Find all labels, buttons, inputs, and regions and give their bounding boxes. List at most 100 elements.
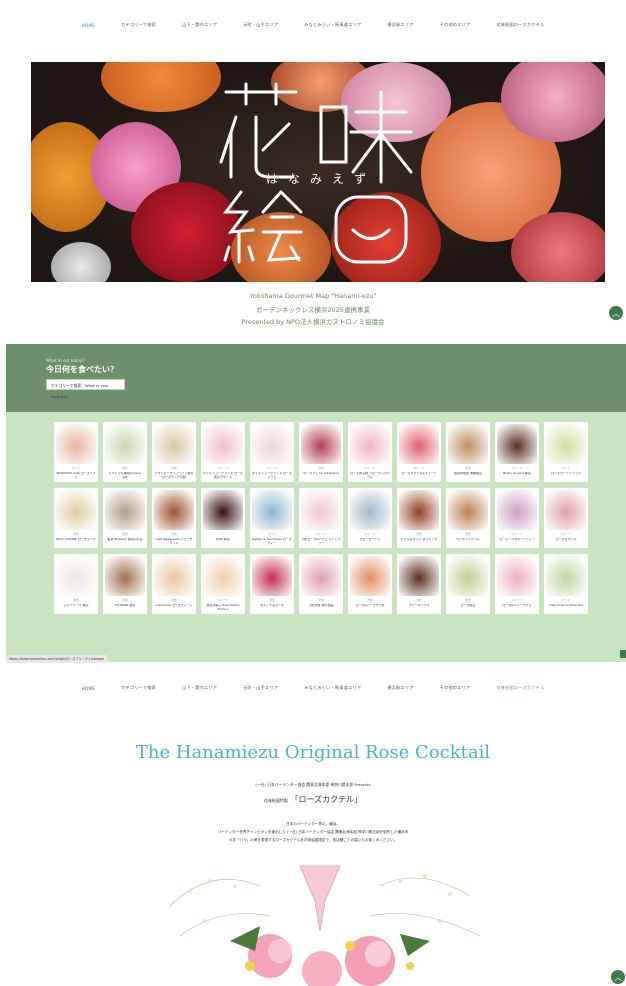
nav-item-1[interactable]: カテゴリーで検索 — [108, 22, 169, 28]
nav-item-6[interactable]: その他のエリア — [427, 22, 484, 28]
restaurant-card[interactable]: 洋食モザンビークヘアーイン春のローズランチ月替 — [152, 422, 196, 482]
restaurant-name: ホテルニューグランド ローズパフェ — [252, 472, 292, 479]
nav-item-3[interactable]: 元町・山手エリア — [230, 685, 291, 691]
category-select[interactable]: カテゴリーで検索 What is your favorite? — [46, 379, 125, 399]
nav-item-4[interactable]: みなとみらい・馬車道エリア — [291, 22, 374, 28]
restaurant-category: スイーツ — [364, 466, 376, 470]
restaurant-name: Café Original Rose Tea — [549, 604, 583, 607]
restaurant-name: グリル＆ワイン ダイニング — [400, 538, 438, 541]
restaurant-name: 横浜中華街 重慶飯店 — [454, 472, 482, 475]
restaurant-card[interactable]: カフェ WINDOWS Cafe ローズパフェ — [54, 422, 98, 482]
restaurant-card[interactable]: スイーツ ロゼ・ガーデン — [348, 488, 392, 548]
restaurant-card[interactable]: スイーツ 元町ローズ&パフェ パティスリー — [299, 488, 343, 548]
restaurant-photo — [105, 556, 145, 596]
restaurant-photo — [252, 424, 292, 464]
restaurant-photo — [497, 490, 537, 530]
restaurant-photo — [546, 424, 586, 464]
restaurant-photo — [497, 424, 537, 464]
cocktail-body1: 日本のバーテンダー界の、横浜。 — [286, 822, 340, 826]
nav-item-2[interactable]: 山下・関内エリア — [169, 685, 230, 691]
rose-cocktail-image — [169, 865, 481, 986]
cocktail-nav: HOME カテゴリーで検索 山下・関内エリア 元町・山手エリア みなとみらい・馬車道エリ… — [0, 676, 626, 700]
restaurant-category: スイーツ — [217, 598, 229, 602]
restaurant-category: スイーツ — [511, 598, 523, 602]
nav-item-6[interactable]: その他のエリア — [427, 685, 484, 691]
restaurant-category: 洋食 — [318, 466, 324, 470]
restaurant-card[interactable]: スイーツ ローズカクテル — [544, 488, 588, 548]
restaurant-category: カフェ — [267, 532, 277, 536]
restaurant-name: ローズガーデンテラス — [551, 472, 581, 475]
restaurant-name: ローズ香る春 ～ローズ～カクテル — [350, 472, 390, 479]
restaurant-category: スイーツ — [266, 466, 278, 470]
restaurant-category: カフェ — [561, 598, 571, 602]
restaurant-card[interactable]: 洋食 Café Restaurant ニューグランド — [152, 488, 196, 548]
restaurant-name: yokohama ローズプレート — [155, 604, 193, 607]
restaurant-card[interactable]: 和食 横浜中華街 重慶飯店 — [446, 422, 490, 482]
restaurant-card[interactable]: スイーツ ローズアフタヌーンティー — [495, 488, 539, 548]
restaurant-photo — [56, 556, 96, 596]
nav-item-3[interactable]: 元町・山手エリア — [230, 22, 291, 28]
cocktail-headline: 花味絵図特製 「ローズカクテル」 — [0, 794, 626, 805]
restaurant-name: ローズカクテル — [555, 538, 577, 541]
restaurant-card[interactable]: カフェ Kaikan & Tea House ローズティー — [250, 488, 294, 548]
nav-item-7[interactable]: 花味絵図ローズカクテル — [483, 685, 557, 691]
restaurant-card[interactable]: カフェ Café Original Rose Tea — [544, 554, 588, 614]
restaurant-card[interactable]: バー BAR 横浜 — [201, 488, 245, 548]
restaurant-card[interactable]: 洋食 元町中華 春の逸品 — [299, 554, 343, 614]
restaurant-name: RICO CUISINE ローズランチ — [56, 538, 96, 541]
restaurant-card[interactable]: 和食 ローズ懐石 — [446, 554, 490, 614]
restaurant-photo — [203, 424, 243, 464]
restaurant-card[interactable]: スイーツローズ香る春 ～ローズ～カクテル — [348, 422, 392, 482]
restaurant-card[interactable]: 洋食 ザ・カフェ by Yokohama — [299, 422, 343, 482]
nav-item-0[interactable]: HOME — [69, 23, 109, 28]
tagline-line3: Presented by NPO法人横浜ガストロノミ協議会 — [241, 318, 385, 326]
restaurant-card[interactable]: 洋食グリル＆ワイン ダイニング — [397, 488, 441, 548]
restaurant-card[interactable]: スイーツ ホテルニューグランド ローズ色のデザート — [201, 422, 245, 482]
restaurant-name: ローズ懐石 — [460, 604, 476, 607]
restaurant-card[interactable]: 和食 ジャパニーズ 横浜 — [54, 554, 98, 614]
search-header: What to eat today? 今日何を食べたい？ カテゴリーで検索 Wh… — [6, 344, 626, 412]
restaurant-photo — [252, 490, 292, 530]
restaurant-card[interactable]: 洋食 RICO CUISINE ローズランチ — [54, 488, 98, 548]
logo-reading: はなみえず — [266, 172, 377, 186]
restaurant-card[interactable]: カフェ ローズガーデンテラス — [544, 422, 588, 482]
restaurant-photo — [399, 556, 439, 596]
restaurant-photo — [350, 556, 390, 596]
restaurant-card[interactable]: 洋食 ベイサイドグリル — [446, 488, 490, 548]
restaurant-category: 洋食 — [416, 532, 422, 536]
tagline-line2: ガーデンネックレス横浜2025連携事業 — [256, 306, 370, 314]
restaurant-category: カフェ — [71, 466, 81, 470]
nav-item-4[interactable]: みなとみらい・馬車道エリア — [291, 685, 374, 691]
restaurant-card[interactable]: スイーツ Bistro du port 横浜 — [495, 422, 539, 482]
restaurant-card[interactable]: スイーツホテルニューグランド ローズパフェ — [250, 422, 294, 482]
search-title: 今日何を食べたい？ — [46, 365, 118, 374]
tagline-line1: Yokohama Gourmet Map "Hanami-ezu" — [249, 292, 377, 300]
scroll-top-edge-button[interactable] — [620, 650, 626, 658]
scroll-top-button[interactable]: ︿ — [609, 306, 623, 320]
restaurant-photo — [301, 424, 341, 464]
restaurant-category: 和食 — [465, 598, 471, 602]
restaurant-card[interactable]: スイーツ ローズカクテル&スイーツ — [397, 422, 441, 482]
chevron-up-icon: ︿ — [612, 308, 620, 318]
restaurant-name: モザンビークヘアーイン春のローズランチ月替 — [154, 472, 194, 479]
scroll-top-button-bottom[interactable]: ︿ — [611, 970, 625, 984]
nav-item-5[interactable]: 横浜駅エリア — [374, 22, 426, 28]
restaurant-name: ロゼ・ガーデン — [359, 538, 381, 541]
restaurant-card[interactable]: 洋食 yokohama ローズプレート — [152, 554, 196, 614]
restaurant-card[interactable]: 洋食 ステーキハウス — [397, 554, 441, 614]
nav-item-5[interactable]: 横浜駅エリア — [374, 685, 426, 691]
nav-item-0[interactable]: HOME — [69, 686, 109, 691]
nav-item-1[interactable]: カテゴリーで検索 — [108, 685, 169, 691]
restaurant-category: スイーツ — [413, 466, 425, 470]
restaurant-card[interactable]: 洋食 ローズ&ハーブサラダ — [348, 554, 392, 614]
nav-item-7[interactable]: 花味絵図ローズカクテル — [483, 22, 557, 28]
restaurant-card[interactable]: スイーツ ローズ&ベリーパフェ — [495, 554, 539, 614]
restaurant-card[interactable]: 和食 ミストラル季節のmenu set — [103, 422, 147, 482]
nav-item-2[interactable]: 山下・関内エリア — [169, 22, 230, 28]
restaurant-category: 洋食 — [171, 466, 177, 470]
restaurant-card[interactable]: 洋食 ボルシチ＆ローズ — [250, 554, 294, 614]
restaurant-card[interactable]: 洋食 TSUNAMI 横浜 — [103, 554, 147, 614]
restaurant-photo — [448, 490, 488, 530]
restaurant-card[interactable]: 和食 和食 Blossom 横浜元町店 — [103, 488, 147, 548]
restaurant-card[interactable]: スイーツ 横浜洋菓子 Rose Pastry Factory — [201, 554, 245, 614]
